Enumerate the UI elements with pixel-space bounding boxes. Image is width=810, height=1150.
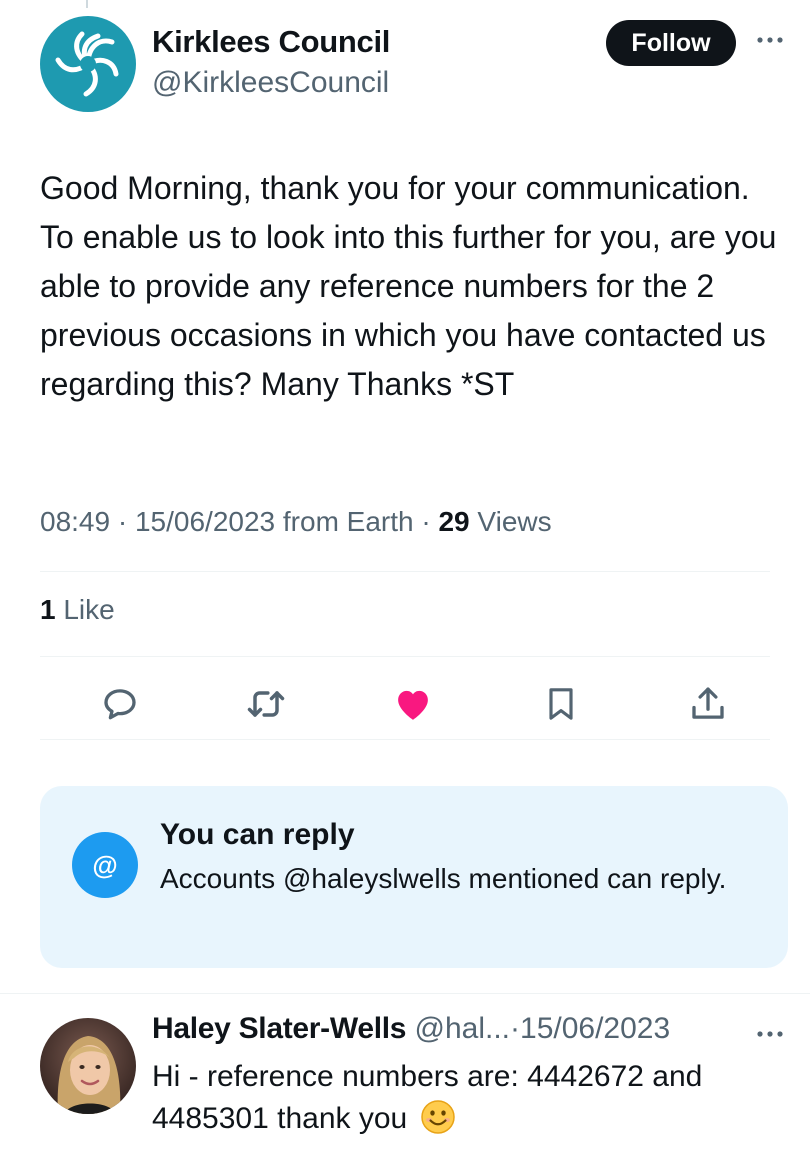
profile-photo bbox=[40, 1018, 136, 1114]
likes-summary[interactable]: 1 Like bbox=[40, 594, 115, 626]
reply-text-container: Hi - reference numbers are: 4442672 and … bbox=[152, 1056, 772, 1140]
reply-separator: · bbox=[510, 1012, 521, 1045]
bookmark-action[interactable] bbox=[537, 680, 585, 728]
reply-restriction-description: Accounts @haleyslwells mentioned can rep… bbox=[160, 863, 727, 894]
like-icon bbox=[398, 690, 428, 720]
kirklees-avatar[interactable] bbox=[40, 16, 136, 112]
more-options-icon[interactable] bbox=[752, 28, 788, 52]
smiling-face-emoji-icon bbox=[420, 1100, 455, 1134]
retweet-action[interactable] bbox=[242, 680, 290, 728]
like-action[interactable] bbox=[389, 680, 437, 728]
reply-restriction-panel: @ You can reply Accounts @haleyslwells m… bbox=[40, 786, 788, 968]
reply-header: Haley Slater-Wells @hal...·15/06/2023 bbox=[152, 1012, 670, 1046]
kirklees-logo-icon bbox=[55, 31, 119, 97]
divider bbox=[40, 571, 770, 572]
retweet-icon bbox=[247, 691, 285, 717]
divider bbox=[40, 656, 770, 657]
share-action[interactable] bbox=[684, 680, 732, 728]
reply-restriction-title: You can reply bbox=[160, 818, 355, 851]
thread-connector bbox=[86, 0, 88, 8]
divider bbox=[40, 739, 770, 740]
at-icon: @ bbox=[72, 832, 138, 898]
tweet-meta: 08:49 · 15/06/2023 from Earth · 29 Views bbox=[40, 506, 552, 537]
author-handle[interactable]: @KirkleesCouncil bbox=[152, 66, 389, 100]
tweet-time[interactable]: 08:49 bbox=[40, 506, 110, 537]
share-icon bbox=[692, 687, 724, 719]
views-count: 29 bbox=[438, 506, 470, 537]
bookmark-icon bbox=[549, 688, 573, 720]
divider bbox=[0, 993, 810, 994]
reply-more-options-icon[interactable] bbox=[752, 1022, 788, 1046]
reply-icon bbox=[104, 689, 136, 720]
follow-button[interactable]: Follow bbox=[606, 20, 736, 66]
reply-action[interactable] bbox=[96, 680, 144, 728]
reply-author-avatar[interactable] bbox=[40, 1018, 136, 1114]
author-name[interactable]: Kirklees Council bbox=[152, 24, 390, 60]
likes-count: 1 bbox=[40, 594, 56, 625]
tweet-source: from Earth bbox=[282, 506, 414, 537]
tweet-date[interactable]: 15/06/2023 bbox=[135, 506, 275, 537]
reply-author-name[interactable]: Haley Slater-Wells bbox=[152, 1012, 406, 1045]
views-label: Views bbox=[477, 506, 552, 537]
reply-date[interactable]: 15/06/2023 bbox=[520, 1012, 670, 1045]
likes-label: Like bbox=[63, 594, 115, 625]
reply-author-handle[interactable]: @hal... bbox=[415, 1012, 511, 1045]
tweet-text: Good Morning, thank you for your communi… bbox=[40, 170, 777, 402]
